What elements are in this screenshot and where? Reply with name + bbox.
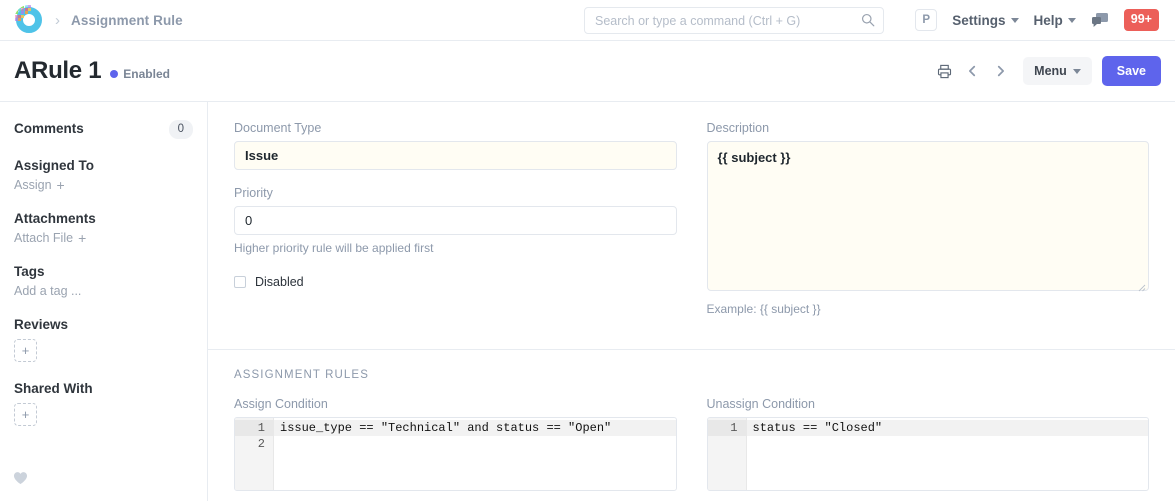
printer-icon[interactable] <box>935 61 953 81</box>
breadcrumb-separator-icon: › <box>55 11 60 29</box>
tags-label: Tags <box>14 263 45 279</box>
search-container <box>584 7 884 34</box>
navbar-right: P Settings Help 99+ <box>915 9 1161 31</box>
assigned-to-label: Assigned To <box>14 157 95 173</box>
avatar[interactable]: P <box>915 9 938 31</box>
status-badge: Enabled <box>110 67 170 81</box>
settings-menu[interactable]: Settings <box>952 12 1019 28</box>
breadcrumb[interactable]: Assignment Rule <box>71 13 183 28</box>
comments-count-badge: 0 <box>168 120 193 139</box>
title-row: ARule 1 Enabled <box>14 57 170 85</box>
sidebar-section-reviews: Reviews + <box>14 317 193 362</box>
reviews-label: Reviews <box>14 316 69 332</box>
code-line: status == "Closed" <box>746 420 1148 436</box>
document-type-input[interactable] <box>234 141 677 170</box>
sidebar-section-assigned-to: Assigned To Assign + <box>14 158 193 192</box>
column-left: Document Type Priority Higher priority r… <box>234 121 677 332</box>
chevron-down-icon <box>1067 17 1076 23</box>
assign-condition-editor[interactable]: 1 2 issue_type == "Technical" and status… <box>234 417 677 491</box>
section-assignment-rules: ASSIGNMENT RULES Assign Condition 1 2 is… <box>208 350 1175 501</box>
line-number: 1 <box>235 420 273 436</box>
description-hint: Example: {{ subject }} <box>706 302 821 316</box>
assign-condition-code[interactable]: issue_type == "Technical" and status == … <box>274 418 676 490</box>
field-disabled[interactable]: Disabled <box>234 275 677 289</box>
body: Comments 0 Assigned To Assign + Attachme… <box>0 102 1175 501</box>
line-number: 1 <box>707 420 746 436</box>
menu-button-label: Menu <box>1034 64 1067 78</box>
priority-input[interactable] <box>234 206 677 235</box>
disabled-label: Disabled <box>255 275 304 289</box>
add-shared-button[interactable]: + <box>14 402 37 426</box>
save-button[interactable]: Save <box>1101 56 1161 86</box>
field-priority: Priority Higher priority rule will be ap… <box>234 186 677 255</box>
chevron-right-icon[interactable] <box>991 61 1009 81</box>
attachments-label: Attachments <box>14 210 96 226</box>
menu-button[interactable]: Menu <box>1023 57 1092 85</box>
field-document-type: Document Type <box>234 121 677 170</box>
assign-condition-label: Assign Condition <box>234 397 328 411</box>
line-number: 2 <box>257 437 265 451</box>
page-header: ARule 1 Enabled Menu Save <box>0 41 1175 102</box>
attach-file-button[interactable]: Attach File + <box>14 231 193 245</box>
attach-file-label: Attach File <box>14 230 74 245</box>
settings-label: Settings <box>952 12 1006 28</box>
page-header-actions: Menu Save <box>935 56 1161 86</box>
assign-button[interactable]: Assign + <box>14 178 193 192</box>
disabled-checkbox[interactable] <box>234 276 246 288</box>
description-label: Description <box>706 121 770 135</box>
unassign-condition-gutter: 1 <box>707 418 747 490</box>
heart-icon[interactable] <box>13 471 28 485</box>
code-line: issue_type == "Technical" and status == … <box>274 420 676 436</box>
search-input[interactable] <box>584 7 884 34</box>
comments-label: Comments <box>14 120 84 136</box>
add-review-button[interactable]: + <box>14 338 37 362</box>
priority-hint: Higher priority rule will be applied fir… <box>234 241 434 255</box>
assignment-rules-section-title: ASSIGNMENT RULES <box>234 369 369 381</box>
frappe-logo-icon[interactable] <box>14 5 44 35</box>
document-type-label: Document Type <box>234 121 322 135</box>
chevron-down-icon <box>1010 17 1019 23</box>
sidebar-section-comments: Comments 0 <box>14 120 193 139</box>
sidebar-section-shared-with: Shared With + <box>14 381 193 426</box>
column-assign-condition: Assign Condition 1 2 issue_type == "Tech… <box>234 397 677 491</box>
main-content: Document Type Priority Higher priority r… <box>208 102 1175 501</box>
assign-label: Assign <box>14 177 52 192</box>
help-menu[interactable]: Help <box>1034 13 1076 28</box>
column-unassign-condition: Unassign Condition 1 status == "Closed" <box>706 397 1149 491</box>
sidebar: Comments 0 Assigned To Assign + Attachme… <box>0 102 208 501</box>
status-label: Enabled <box>123 67 170 81</box>
add-tag-input[interactable]: Add a tag ... <box>14 284 193 298</box>
status-dot-icon <box>110 70 119 78</box>
priority-label: Priority <box>234 186 273 200</box>
sidebar-section-tags: Tags Add a tag ... <box>14 264 193 298</box>
unassign-condition-editor[interactable]: 1 status == "Closed" <box>706 417 1149 491</box>
chevron-left-icon[interactable] <box>963 61 981 81</box>
sidebar-section-attachments: Attachments Attach File + <box>14 211 193 245</box>
notification-badge[interactable]: 99+ <box>1123 9 1159 31</box>
help-label: Help <box>1033 12 1063 28</box>
assign-condition-gutter: 1 2 <box>235 418 274 490</box>
column-right: Description {{ subject }} Example: {{ su… <box>706 121 1149 332</box>
shared-with-label: Shared With <box>14 380 93 396</box>
page-title: ARule 1 <box>14 57 102 84</box>
description-textarea[interactable]: {{ subject }} <box>706 141 1149 291</box>
unassign-condition-label: Unassign Condition <box>706 397 815 411</box>
plus-icon: + <box>56 176 65 193</box>
chat-bubble-icon[interactable] <box>1091 12 1109 28</box>
unassign-condition-code[interactable]: status == "Closed" <box>746 418 1148 490</box>
section-details: Document Type Priority Higher priority r… <box>208 102 1175 350</box>
chevron-down-icon <box>1072 68 1081 74</box>
navbar: › Assignment Rule P Settings Help 99+ <box>0 0 1175 41</box>
navbar-left: › Assignment Rule <box>14 5 183 35</box>
plus-icon: + <box>78 229 87 246</box>
field-description: Description {{ subject }} Example: {{ su… <box>706 121 1149 316</box>
